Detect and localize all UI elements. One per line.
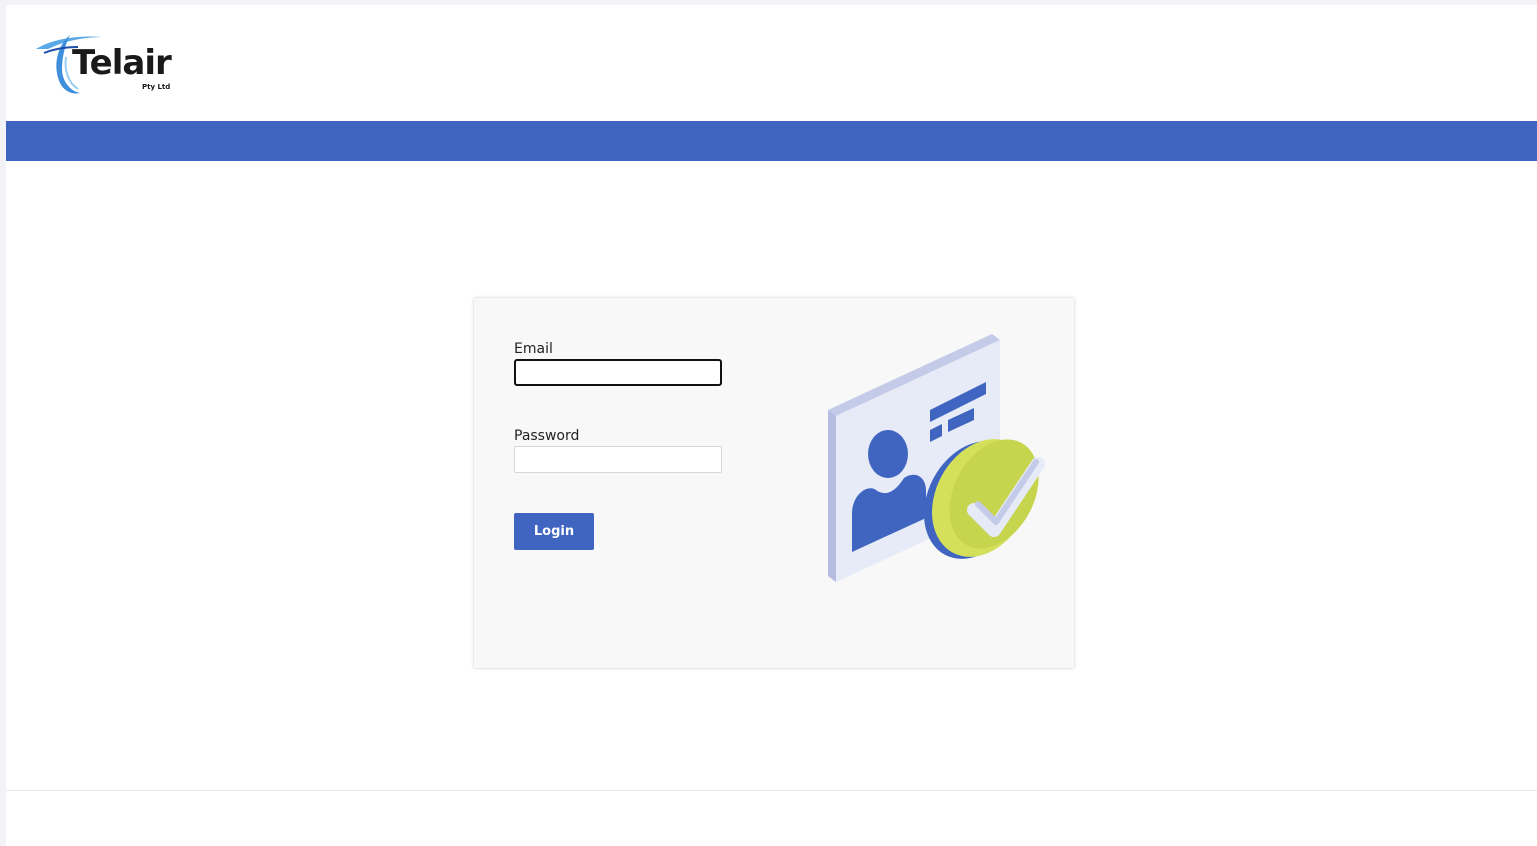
login-card: Email Password Login [474, 298, 1074, 668]
navigation-bar [6, 121, 1537, 161]
id-card-verified-icon [828, 334, 1045, 582]
telair-logo[interactable]: Telair Pty Ltd [30, 29, 190, 99]
logo-subtext: Pty Ltd [142, 83, 171, 91]
email-field[interactable] [514, 359, 722, 386]
email-label: Email [514, 341, 553, 357]
footer-divider [6, 790, 1537, 791]
site-header: Telair Pty Ltd [6, 5, 1537, 121]
illustration [824, 334, 1059, 586]
password-field[interactable] [514, 446, 722, 473]
login-button[interactable]: Login [514, 513, 594, 550]
logo-wordmark: Telair [72, 43, 172, 83]
password-label: Password [514, 428, 580, 444]
